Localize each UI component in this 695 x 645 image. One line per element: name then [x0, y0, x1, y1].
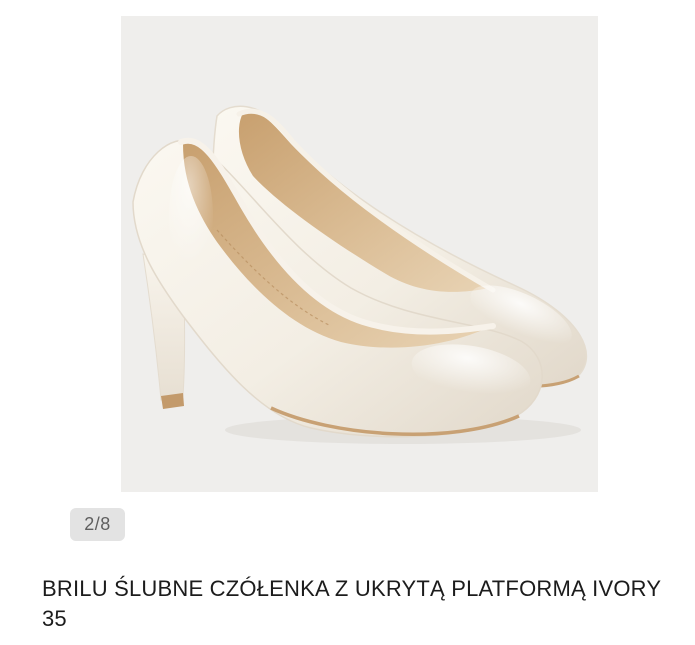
gallery-counter: 2/8: [70, 508, 125, 541]
gallery-counter-text: 2/8: [84, 514, 111, 534]
product-image-gallery[interactable]: [121, 16, 598, 492]
product-image[interactable]: [121, 16, 598, 492]
product-title: BRILU ŚLUBNE CZÓŁENKA Z UKRYTĄ PLATFORMĄ…: [42, 576, 661, 631]
